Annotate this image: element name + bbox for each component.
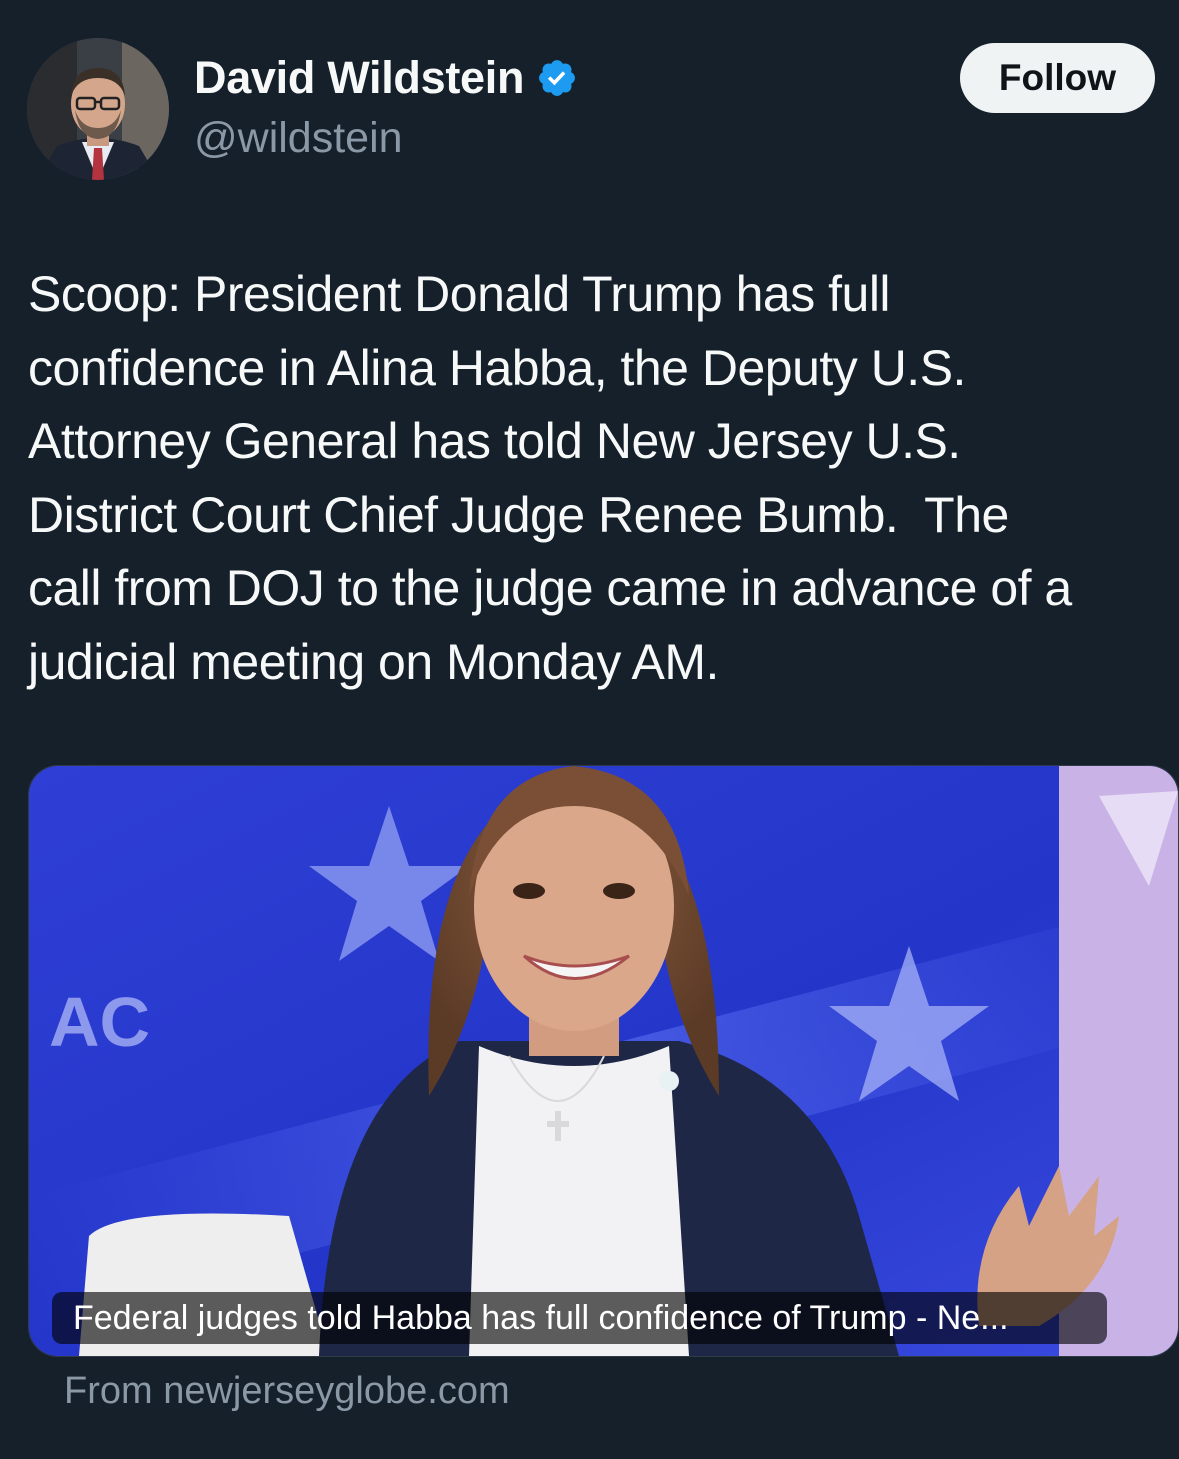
tweet-text-line: call from DOJ to the judge came in advan… bbox=[28, 560, 1072, 616]
author-handle[interactable]: @wildstein bbox=[194, 114, 403, 163]
author-display-name[interactable]: David Wildstein bbox=[194, 52, 524, 104]
tweet-text-line: District Court Chief Judge Renee Bumb. T… bbox=[28, 486, 1009, 543]
tweet-text: Scoop: President Donald Trump has full c… bbox=[28, 258, 1173, 699]
author-avatar[interactable] bbox=[27, 38, 169, 180]
tweet-text-line: Attorney General has told New Jersey U.S… bbox=[28, 413, 961, 469]
verified-badge-icon[interactable] bbox=[536, 57, 578, 99]
follow-button[interactable]: Follow bbox=[960, 43, 1155, 113]
avatar-photo-icon bbox=[27, 38, 169, 180]
tweet-text-line: judicial meeting on Monday AM. bbox=[28, 633, 719, 690]
author-name-row: David Wildstein bbox=[194, 52, 578, 104]
tweet-text-line: confidence in Alina Habba, the Deputy U.… bbox=[28, 339, 966, 396]
tweet: David Wildstein @wildstein Follow Scoop:… bbox=[0, 0, 1179, 1459]
link-card[interactable]: AC Federal judges told Habba has full co… bbox=[28, 765, 1179, 1357]
svg-text:AC: AC bbox=[49, 983, 150, 1061]
tweet-text-line: Scoop: President Donald Trump has full bbox=[28, 266, 891, 322]
article-photo-icon: AC bbox=[29, 766, 1178, 1356]
link-card-source[interactable]: From newjerseyglobe.com bbox=[64, 1370, 510, 1413]
link-card-title[interactable]: Federal judges told Habba has full confi… bbox=[52, 1292, 1107, 1344]
